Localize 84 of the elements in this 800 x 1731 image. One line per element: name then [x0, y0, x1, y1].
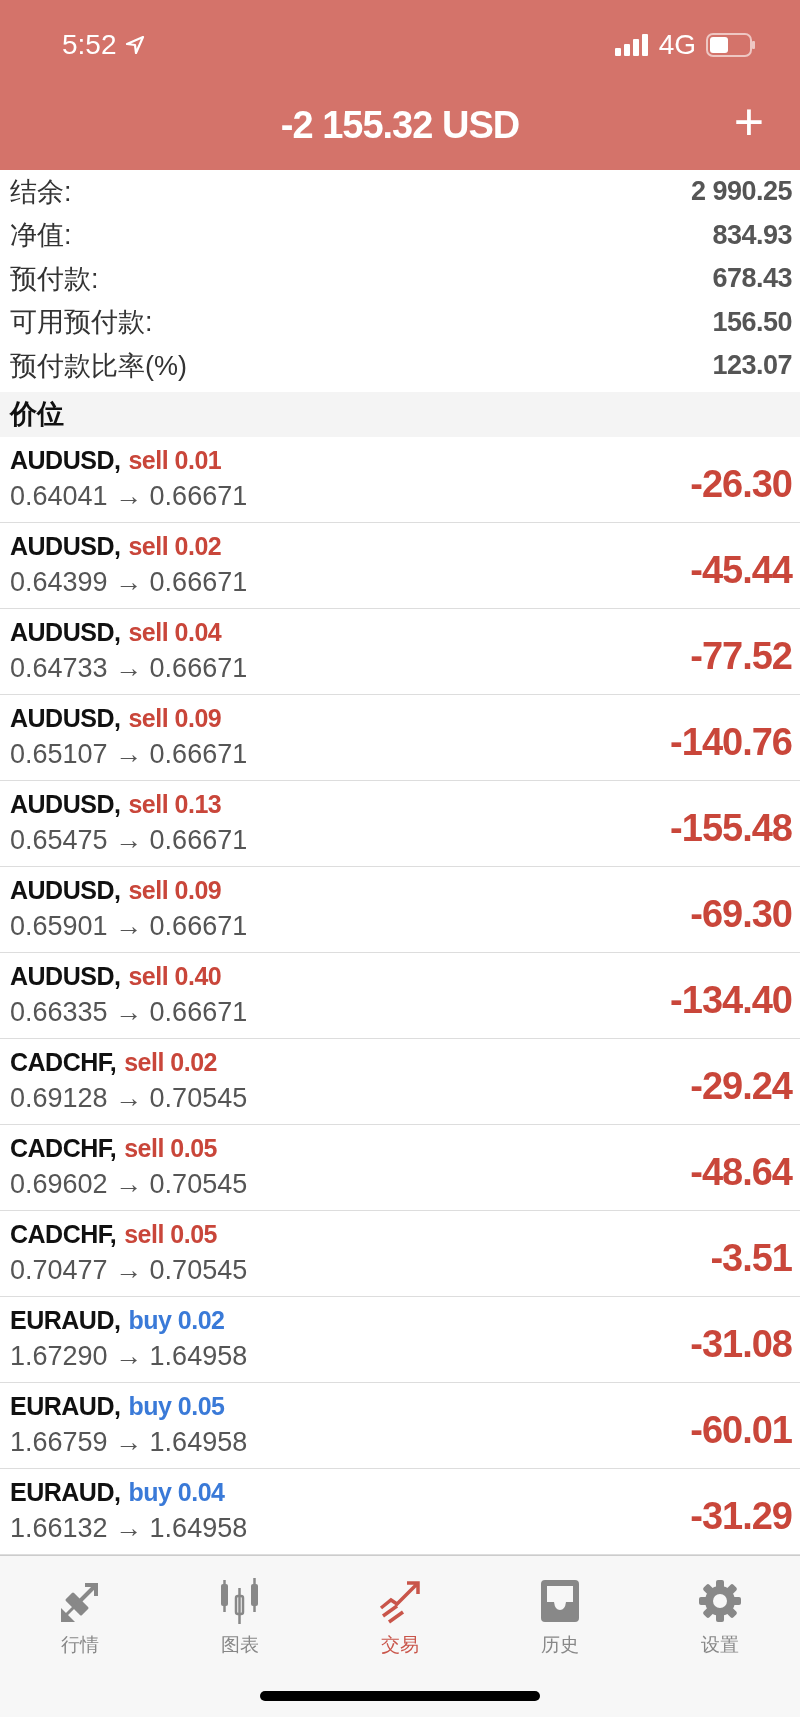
- summary-label: 预付款:: [10, 262, 99, 296]
- order-label: sell 0.05: [124, 1220, 218, 1249]
- position-row[interactable]: AUDUSD, sell 0.40 0.66335 → 0.66671 -134.40: [0, 952, 800, 1039]
- position-row[interactable]: AUDUSD, sell 0.09 0.65107 → 0.66671 -140.76: [0, 694, 800, 781]
- profit-value: -140.76: [670, 719, 792, 764]
- symbol-label: EURAUD,: [10, 1392, 121, 1421]
- network-type: 4G: [658, 29, 696, 61]
- price-range: 1.66759 → 1.64958: [10, 1427, 248, 1458]
- price-range: 0.65475 → 0.66671: [10, 825, 248, 856]
- symbol-label: CADCHF,: [10, 1048, 117, 1077]
- position-row[interactable]: CADCHF, sell 0.05 0.70477 → 0.70545 -3.51: [0, 1210, 800, 1297]
- order-label: sell 0.04: [128, 618, 222, 647]
- profit-value: -48.64: [690, 1149, 792, 1194]
- profit-value: -31.08: [690, 1321, 792, 1366]
- order-label: sell 0.09: [128, 876, 222, 905]
- summary-value: 2 990.25: [690, 176, 792, 208]
- tab-button[interactable]: 交易: [320, 1573, 480, 1662]
- symbol-label: AUDUSD,: [10, 704, 121, 733]
- profit-value: -31.29: [690, 1493, 792, 1538]
- position-row[interactable]: EURAUD, buy 0.04 1.66132 → 1.64958 -31.29: [0, 1468, 800, 1555]
- summary-value: 678.43: [712, 263, 792, 295]
- price-range: 0.64733 → 0.66671: [10, 653, 248, 684]
- profit-value: -60.01: [690, 1407, 792, 1452]
- price-range: 0.64399 → 0.66671: [10, 567, 248, 598]
- profit-value: -29.24: [690, 1063, 792, 1108]
- symbol-label: CADCHF,: [10, 1134, 117, 1163]
- price-range: 0.65107 → 0.66671: [10, 739, 248, 770]
- profit-value: -155.48: [670, 805, 792, 850]
- summary-value: 123.07: [712, 350, 792, 382]
- position-row[interactable]: AUDUSD, sell 0.04 0.64733 → 0.66671 -77.52: [0, 608, 800, 695]
- price-range: 0.65901 → 0.66671: [10, 911, 248, 942]
- position-row[interactable]: CADCHF, sell 0.02 0.69128 → 0.70545 -29.24: [0, 1038, 800, 1125]
- settings-icon: [697, 1577, 743, 1624]
- profit-value: -26.30: [690, 461, 792, 506]
- summary-label: 净值:: [10, 219, 72, 253]
- order-label: sell 0.05: [124, 1134, 218, 1163]
- profit-value: -77.52: [690, 633, 792, 678]
- symbol-label: AUDUSD,: [10, 446, 121, 475]
- order-label: sell 0.13: [128, 790, 222, 819]
- position-row[interactable]: AUDUSD, sell 0.13 0.65475 → 0.66671 -155.48: [0, 780, 800, 867]
- summary-label: 结余:: [10, 175, 72, 209]
- position-row[interactable]: AUDUSD, sell 0.09 0.65901 → 0.66671 -69.30: [0, 866, 800, 953]
- order-label: sell 0.02: [128, 532, 222, 561]
- symbol-label: AUDUSD,: [10, 532, 121, 561]
- symbol-label: AUDUSD,: [10, 876, 121, 905]
- price-range: 1.67290 → 1.64958: [10, 1341, 248, 1372]
- order-label: sell 0.01: [128, 446, 222, 475]
- symbol-label: EURAUD,: [10, 1306, 121, 1335]
- profit-value: -134.40: [670, 977, 792, 1022]
- price-range: 0.69602 → 0.70545: [10, 1169, 248, 1200]
- position-row[interactable]: CADCHF, sell 0.05 0.69602 → 0.70545 -48.64: [0, 1124, 800, 1211]
- symbol-label: AUDUSD,: [10, 962, 121, 991]
- order-label: buy 0.04: [128, 1478, 225, 1507]
- profit-value: -3.51: [710, 1235, 792, 1280]
- symbol-label: AUDUSD,: [10, 618, 121, 647]
- order-label: sell 0.09: [128, 704, 222, 733]
- summary-label: 可用预付款:: [10, 306, 153, 340]
- price-range: 0.64041 → 0.66671: [10, 481, 248, 512]
- order-label: sell 0.02: [124, 1048, 218, 1077]
- summary-label: 预付款比率(%): [10, 349, 187, 383]
- position-row[interactable]: EURAUD, buy 0.02 1.67290 → 1.64958 -31.08: [0, 1296, 800, 1383]
- order-label: buy 0.02: [128, 1306, 225, 1335]
- clock-time: 5:52: [62, 29, 117, 61]
- symbol-label: EURAUD,: [10, 1478, 121, 1507]
- profit-value: -45.44: [690, 547, 792, 592]
- symbol-label: AUDUSD,: [10, 790, 121, 819]
- order-label: sell 0.40: [128, 962, 222, 991]
- profit-value: -69.30: [690, 891, 792, 936]
- price-range: 0.70477 → 0.70545: [10, 1255, 248, 1286]
- summary-value: 156.50: [712, 306, 792, 338]
- position-row[interactable]: EURAUD, buy 0.05 1.66759 → 1.64958 -60.01: [0, 1382, 800, 1469]
- price-range: 0.69128 → 0.70545: [10, 1083, 248, 1114]
- signal-icon: [614, 34, 649, 56]
- position-row[interactable]: AUDUSD, sell 0.02 0.64399 → 0.66671 -45.44: [0, 522, 800, 609]
- summary-value: 834.93: [712, 219, 792, 251]
- price-range: 0.66335 → 0.66671: [10, 997, 248, 1028]
- symbol-label: CADCHF,: [10, 1220, 117, 1249]
- balance-title: -2 155.32 USD: [280, 103, 520, 147]
- location-arrow-icon: [124, 35, 145, 55]
- position-row[interactable]: AUDUSD, sell 0.01 0.64041 → 0.66671 -26.30: [0, 436, 800, 523]
- order-label: buy 0.05: [128, 1392, 225, 1421]
- section-title: 价位: [10, 398, 64, 431]
- battery-icon: [706, 33, 756, 57]
- price-range: 1.66132 → 1.64958: [10, 1513, 248, 1544]
